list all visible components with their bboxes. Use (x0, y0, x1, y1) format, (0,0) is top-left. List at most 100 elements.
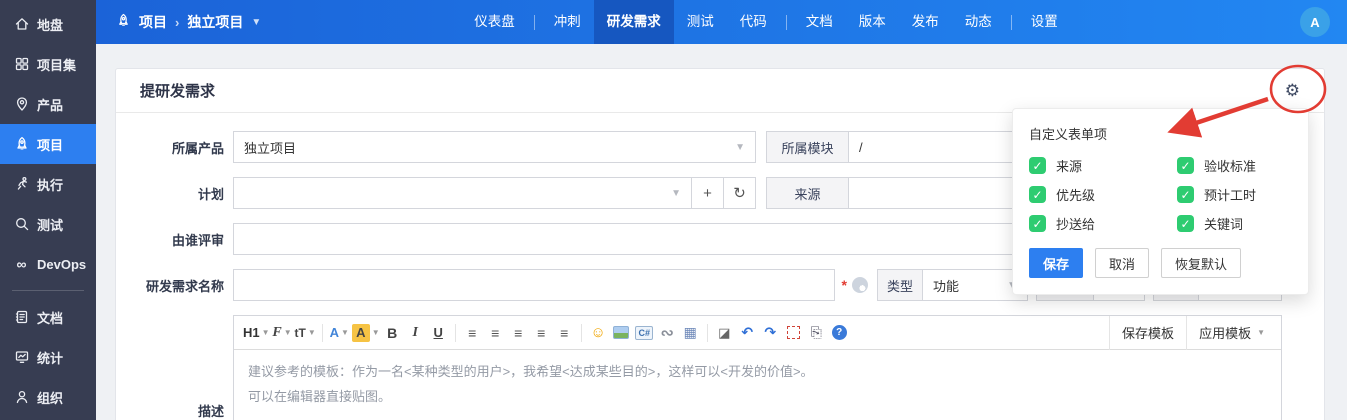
sidebar-item-label: 产品 (37, 97, 64, 113)
table-icon[interactable]: ▦ (680, 321, 701, 345)
sidebar-item-qa[interactable]: 测试 (0, 204, 96, 244)
sidebar-item-devops[interactable]: ∞ DevOps (0, 244, 96, 284)
checkbox-checked-icon[interactable]: ✓ (1177, 186, 1194, 203)
navbar-tabs: 仪表盘 冲刺 研发需求 测试 代码 文档 版本 发布 动态 设置 (461, 0, 1071, 44)
unordered-list-icon[interactable]: ≡ (554, 321, 575, 345)
tab-发布[interactable]: 发布 (899, 0, 952, 44)
breadcrumb-section[interactable]: 项目 (139, 12, 167, 32)
chevron-down-icon: ▼ (671, 187, 681, 199)
heading-icon[interactable]: H1 ▼ (243, 321, 270, 345)
tab-研发需求[interactable]: 研发需求 (593, 0, 674, 44)
chevron-down-icon[interactable]: ▼ (251, 17, 261, 28)
document-icon (13, 309, 30, 326)
paste-icon[interactable]: ⎘ (806, 321, 827, 345)
sidebar-item-program[interactable]: 项目集 (0, 44, 96, 84)
panel-header: 提研发需求 ⚙ (116, 69, 1324, 113)
underline-icon[interactable]: U (428, 321, 449, 345)
sidebar: 地盘项目集产品项目 执行 测试 ∞ DevOps 文档统计组织 (0, 0, 96, 420)
sidebar-item-label: 组织 (37, 390, 64, 406)
home-icon (13, 16, 30, 33)
story-name-label: 研发需求名称 (145, 278, 224, 294)
ordered-list-icon[interactable]: ≡ (531, 321, 552, 345)
italic-icon[interactable]: I (405, 321, 426, 345)
tab-版本[interactable]: 版本 (846, 0, 899, 44)
plan-select[interactable]: ▼ (233, 177, 692, 209)
editor-content[interactable]: 建议参考的模板：作为一名<某种类型的用户>，我希望<达成某些目的>，这样可以<开… (234, 350, 1281, 419)
popup-option-验收标准[interactable]: ✓ 验收标准 (1177, 156, 1292, 175)
fullscreen-icon[interactable] (783, 321, 804, 345)
undo-icon[interactable]: ↶ (737, 321, 758, 345)
link-icon[interactable]: ∾ (657, 321, 678, 345)
popup-option-预计工时[interactable]: ✓ 预计工时 (1177, 185, 1292, 204)
refresh-icon[interactable]: ↻ (723, 177, 756, 209)
save-template-button[interactable]: 保存模板 (1109, 315, 1186, 350)
bold-icon[interactable]: B (382, 321, 403, 345)
tab-仪表盘[interactable]: 仪表盘 (461, 0, 528, 44)
popup-title: 自定义表单项 (1029, 127, 1108, 142)
color-palette-icon[interactable] (852, 277, 868, 293)
breadcrumb-current[interactable]: 独立项目 (187, 12, 243, 32)
checkbox-checked-icon[interactable]: ✓ (1029, 157, 1046, 174)
toolbar-divider (454, 323, 456, 342)
program-grid-icon (13, 56, 30, 73)
reset-default-button[interactable]: 恢复默认 (1161, 248, 1242, 278)
tab-冲刺[interactable]: 冲刺 (541, 0, 594, 44)
tab-divider (533, 14, 535, 30)
sidebar-item-label: 项目集 (37, 57, 77, 73)
source-addon-label: 来源 (766, 177, 849, 209)
tab-设置[interactable]: 设置 (1018, 0, 1071, 44)
sidebar-item-label: 文档 (37, 310, 64, 326)
emoticon-icon[interactable]: ☺ (588, 321, 609, 345)
chevron-down-icon: ▼ (341, 328, 349, 337)
font-family-icon[interactable]: F ▼ (272, 321, 293, 345)
font-size-icon[interactable]: tT ▼ (295, 321, 316, 345)
breadcrumb: 项目 › 独立项目 ▼ (96, 12, 261, 32)
align-center-icon[interactable]: ≡ (485, 321, 506, 345)
cancel-button[interactable]: 取消 (1095, 248, 1150, 278)
tab-文档[interactable]: 文档 (793, 0, 846, 44)
align-left-icon[interactable]: ≡ (462, 321, 483, 345)
save-button[interactable]: 保存 (1029, 248, 1084, 278)
required-marker: * (841, 277, 847, 293)
sidebar-item-project[interactable]: 项目 (0, 124, 96, 164)
add-plan-button[interactable]: + (691, 177, 724, 209)
tab-代码[interactable]: 代码 (727, 0, 780, 44)
gear-icon[interactable]: ⚙ (1285, 82, 1300, 99)
sidebar-item-org[interactable]: 组织 (0, 377, 96, 417)
tab-测试[interactable]: 测试 (674, 0, 727, 44)
chevron-down-icon: ▼ (307, 328, 316, 337)
sidebar-item-doc[interactable]: 文档 (0, 297, 96, 337)
align-right-icon[interactable]: ≡ (508, 321, 529, 345)
avatar[interactable]: A (1300, 7, 1330, 37)
popup-option-抄送给[interactable]: ✓ 抄送给 (1029, 214, 1177, 233)
popup-option-关键词[interactable]: ✓ 关键词 (1177, 214, 1292, 233)
checkbox-checked-icon[interactable]: ✓ (1177, 157, 1194, 174)
tab-动态[interactable]: 动态 (952, 0, 1005, 44)
background-color-icon[interactable]: A ▼ (351, 321, 380, 345)
redo-icon[interactable]: ↷ (760, 321, 781, 345)
product-select[interactable]: 独立项目 ▼ (233, 131, 756, 163)
story-name-input[interactable] (233, 269, 835, 301)
popup-option-来源[interactable]: ✓ 来源 (1029, 156, 1177, 175)
insert-image-icon[interactable] (611, 321, 632, 345)
sidebar-item-execution[interactable]: 执行 (0, 164, 96, 204)
product-label: 所属产品 (171, 140, 224, 156)
help-icon[interactable]: ? (829, 321, 850, 345)
toolbar-divider (580, 323, 582, 342)
sidebar-item-dashboard[interactable]: 地盘 (0, 4, 96, 44)
font-color-icon[interactable]: A ▼ (329, 321, 350, 345)
checkbox-checked-icon[interactable]: ✓ (1029, 215, 1046, 232)
remove-format-icon[interactable]: ◪ (714, 321, 735, 345)
popup-option-优先级[interactable]: ✓ 优先级 (1029, 185, 1177, 204)
editor-template-line: 可以在编辑器直接贴图。 (248, 388, 392, 404)
checkbox-checked-icon[interactable]: ✓ (1029, 186, 1046, 203)
checkbox-checked-icon[interactable]: ✓ (1177, 215, 1194, 232)
code-icon[interactable]: C# (634, 321, 655, 345)
tab-divider (785, 14, 787, 30)
popup-option-label: 抄送给 (1056, 217, 1096, 232)
sidebar-item-product[interactable]: 产品 (0, 84, 96, 124)
chevron-down-icon: ▼ (1257, 328, 1265, 337)
custom-form-fields-popup: 自定义表单项 ✓ 来源 ✓ 验收标准 ✓ 优先级 ✓ 预计工时 ✓ 抄送给 ✓ 关键词 保存 取消 恢… (1012, 108, 1309, 295)
sidebar-item-report[interactable]: 统计 (0, 337, 96, 377)
apply-template-button[interactable]: 应用模板 ▼ (1186, 315, 1277, 350)
